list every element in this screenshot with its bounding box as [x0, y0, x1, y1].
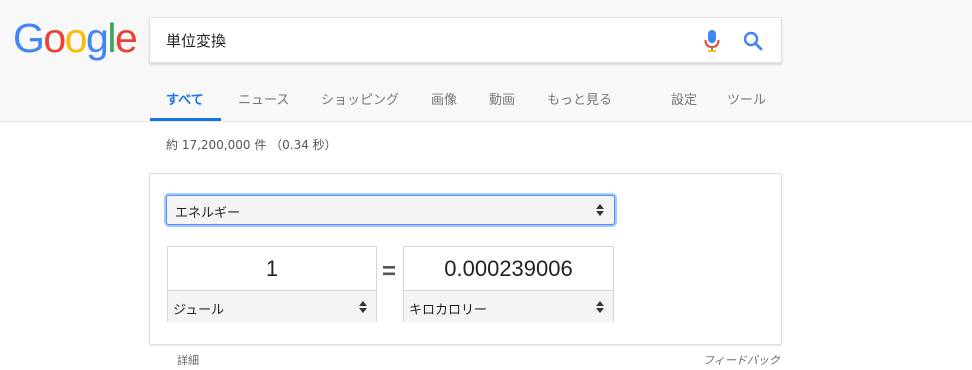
search-box: [149, 17, 782, 63]
tab-more[interactable]: もっと見る: [547, 89, 612, 108]
equals-sign: =: [382, 258, 397, 285]
google-logo[interactable]: Google: [13, 15, 138, 61]
unit-type-label: エネルギー: [175, 206, 241, 221]
search-tabs: すべて ニュース ショッピング 画像 動画 もっと見る 設定 ツール: [0, 84, 972, 122]
unit-converter-card: エネルギー 1 ジュール = 0.000239006 キロカロリー: [149, 173, 782, 345]
tab-news[interactable]: ニュース: [238, 89, 289, 108]
logo-letter: l: [107, 15, 116, 61]
tab-tools[interactable]: ツール: [727, 89, 766, 108]
active-tab-indicator: [150, 118, 221, 121]
tab-images[interactable]: 画像: [431, 89, 457, 108]
up-down-arrows-icon: [359, 301, 367, 313]
up-down-arrows-icon: [596, 204, 604, 216]
logo-letter: g: [86, 15, 109, 61]
tab-all[interactable]: すべて: [166, 89, 204, 108]
logo-letter: o: [64, 15, 88, 61]
up-down-arrows-icon: [596, 301, 604, 313]
search-icon[interactable]: [742, 30, 764, 52]
details-link[interactable]: 詳細: [177, 352, 199, 368]
microphone-icon[interactable]: [703, 29, 721, 53]
logo-letter: o: [43, 15, 66, 61]
to-unit-box: 0.000239006 キロカロリー: [403, 246, 614, 322]
from-value-input[interactable]: 1: [168, 247, 376, 291]
feedback-link[interactable]: フィードバック: [703, 352, 780, 368]
from-unit-select[interactable]: ジュール: [168, 290, 376, 322]
tab-settings[interactable]: 設定: [671, 89, 697, 108]
from-unit-box: 1 ジュール: [167, 246, 377, 322]
to-unit-select[interactable]: キロカロリー: [404, 290, 613, 322]
header: Google すべて ニュース ショッピング 画像 動画 もっと見る 設定 ツー…: [0, 0, 972, 122]
tab-videos[interactable]: 動画: [489, 89, 515, 108]
result-stats: 約 17,200,000 件 （0.34 秒）: [166, 138, 337, 152]
tab-shopping[interactable]: ショッピング: [321, 89, 399, 108]
unit-type-select[interactable]: エネルギー: [166, 195, 615, 225]
to-value-input[interactable]: 0.000239006: [404, 247, 613, 291]
logo-letter: e: [114, 15, 138, 61]
to-unit-label: キロカロリー: [409, 303, 488, 318]
search-input[interactable]: [166, 18, 686, 62]
logo-letter: G: [13, 15, 45, 61]
from-unit-label: ジュール: [173, 303, 225, 318]
